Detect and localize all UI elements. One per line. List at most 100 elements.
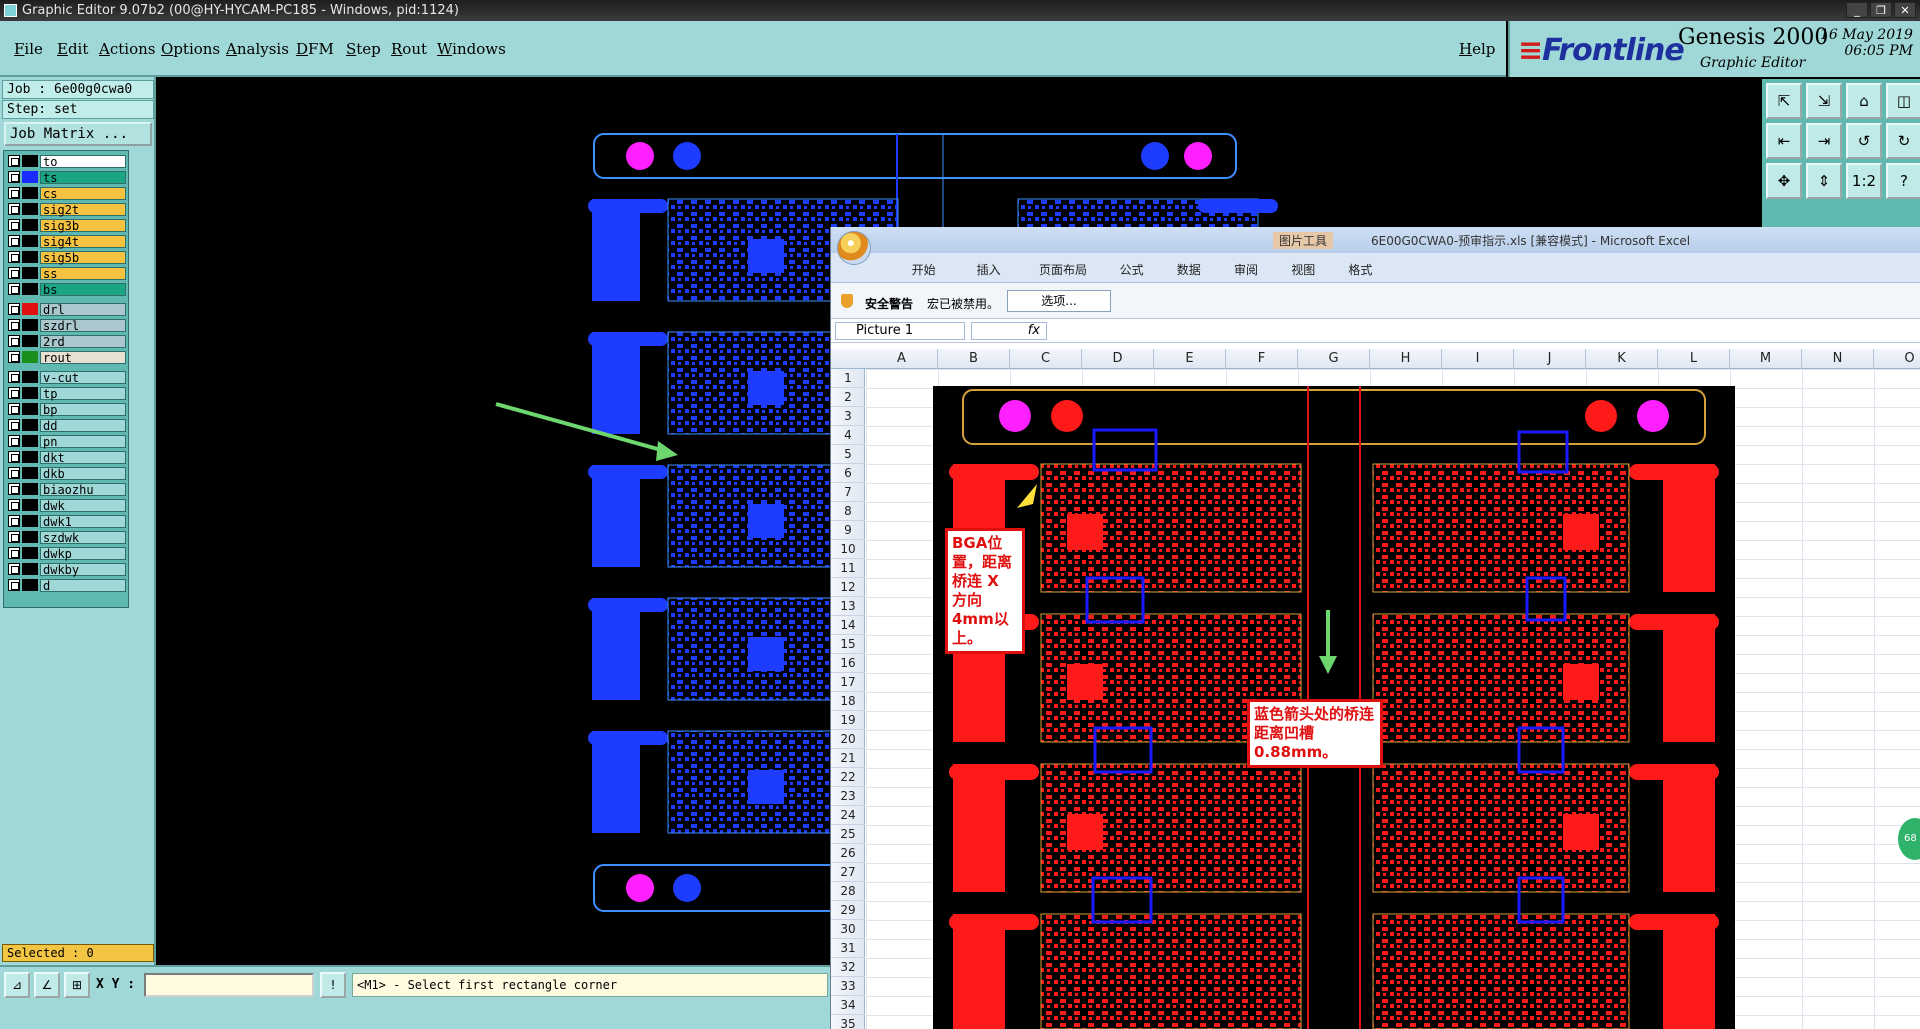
column-header[interactable]: C	[1010, 349, 1082, 369]
layer-checkbox[interactable]	[8, 403, 20, 415]
layer-checkbox[interactable]	[8, 219, 20, 231]
toolbar-button[interactable]: ⇤	[1766, 123, 1802, 159]
layer-row[interactable]: biaozhu	[8, 482, 126, 496]
layer-row[interactable]: dwk	[8, 498, 126, 512]
row-header[interactable]: 19	[831, 711, 865, 730]
layer-checkbox[interactable]	[8, 515, 20, 527]
layer-name[interactable]: dkb	[40, 466, 126, 480]
layer-color-swatch[interactable]	[22, 171, 38, 183]
column-header[interactable]: O	[1874, 349, 1920, 369]
layer-color-swatch[interactable]	[22, 267, 38, 279]
row-header[interactable]: 23	[831, 787, 865, 806]
layer-checkbox[interactable]	[8, 387, 20, 399]
layer-color-swatch[interactable]	[22, 563, 38, 575]
layer-checkbox[interactable]	[8, 303, 20, 315]
column-header[interactable]: D	[1082, 349, 1154, 369]
layer-checkbox[interactable]	[8, 547, 20, 559]
layer-checkbox[interactable]	[8, 483, 20, 495]
layer-checkbox[interactable]	[8, 267, 20, 279]
layer-checkbox[interactable]	[8, 319, 20, 331]
row-header[interactable]: 10	[831, 540, 865, 559]
layer-name[interactable]: dwkby	[40, 562, 126, 576]
layer-row[interactable]: ss	[8, 266, 126, 280]
toolbar-button[interactable]: ◫	[1886, 83, 1920, 119]
column-header[interactable]: H	[1370, 349, 1442, 369]
fx-icon[interactable]: fx	[971, 322, 1047, 340]
menu-analysis[interactable]: Analysis	[226, 40, 289, 58]
layer-name[interactable]: v-cut	[40, 370, 126, 384]
row-header[interactable]: 17	[831, 673, 865, 692]
layer-row[interactable]: cs	[8, 186, 126, 200]
layer-name[interactable]: dd	[40, 418, 126, 432]
layer-color-swatch[interactable]	[22, 335, 38, 347]
layer-color-swatch[interactable]	[22, 203, 38, 215]
office-button[interactable]	[837, 231, 871, 265]
picture-tools-tab[interactable]: 图片工具	[1273, 232, 1334, 249]
layer-row[interactable]: dwkby	[8, 562, 126, 576]
row-header[interactable]: 32	[831, 958, 865, 977]
embedded-picture[interactable]: BGA位置，距离桥连 X 方向4mm以上。 蓝色箭头处的桥连距离凹槽0.88mm…	[933, 386, 1735, 1029]
layer-checkbox[interactable]	[8, 499, 20, 511]
layer-color-swatch[interactable]	[22, 251, 38, 263]
layer-checkbox[interactable]	[8, 451, 20, 463]
layer-checkbox[interactable]	[8, 371, 20, 383]
row-header[interactable]: 33	[831, 977, 865, 996]
layer-row[interactable]: 2rd	[8, 334, 126, 348]
layer-color-swatch[interactable]	[22, 387, 38, 399]
ribbon-tab[interactable]: 公式	[1120, 261, 1144, 278]
layer-checkbox[interactable]	[8, 251, 20, 263]
layer-checkbox[interactable]	[8, 435, 20, 447]
layer-row[interactable]: bs	[8, 282, 126, 296]
layer-row[interactable]: sig2t	[8, 202, 126, 216]
column-header[interactable]: G	[1298, 349, 1370, 369]
layer-checkbox[interactable]	[8, 171, 20, 183]
layer-name[interactable]: dkt	[40, 450, 126, 464]
grid-button[interactable]: ⊞	[64, 972, 90, 998]
menu-file[interactable]: File	[14, 40, 43, 58]
toolbar-button[interactable]: ⇕	[1806, 163, 1842, 199]
layer-color-swatch[interactable]	[22, 547, 38, 559]
layer-row[interactable]: szdwk	[8, 530, 126, 544]
row-header[interactable]: 1	[831, 369, 865, 388]
toolbar-button[interactable]: ⇲	[1806, 83, 1842, 119]
layer-color-swatch[interactable]	[22, 319, 38, 331]
column-header[interactable]: I	[1442, 349, 1514, 369]
row-header[interactable]: 28	[831, 882, 865, 901]
layer-row[interactable]: sig3b	[8, 218, 126, 232]
toolbar-button[interactable]: ⌂	[1846, 83, 1882, 119]
layer-color-swatch[interactable]	[22, 351, 38, 363]
layer-color-swatch[interactable]	[22, 531, 38, 543]
layer-color-swatch[interactable]	[22, 155, 38, 167]
layer-row[interactable]: szdrl	[8, 318, 126, 332]
layer-checkbox[interactable]	[8, 283, 20, 295]
ribbon-tab[interactable]: 视图	[1291, 261, 1315, 278]
close-button[interactable]: ✕	[1894, 2, 1916, 18]
name-box[interactable]: Picture 1	[835, 322, 965, 340]
row-header[interactable]: 14	[831, 616, 865, 635]
toolbar-button[interactable]: ↻	[1886, 123, 1920, 159]
layer-name[interactable]: ss	[40, 266, 126, 280]
layer-row[interactable]: ts	[8, 170, 126, 184]
column-header[interactable]: E	[1154, 349, 1226, 369]
job-matrix-button[interactable]: Job Matrix ...	[4, 122, 152, 146]
row-header[interactable]: 15	[831, 635, 865, 654]
ribbon-tab[interactable]: 开始	[912, 261, 936, 278]
layer-name[interactable]: rout	[40, 350, 126, 364]
layer-name[interactable]: drl	[40, 302, 126, 316]
layer-row[interactable]: drl	[8, 302, 126, 316]
toolbar-button[interactable]: ⇥	[1806, 123, 1842, 159]
column-header[interactable]: F	[1226, 349, 1298, 369]
row-header[interactable]: 9	[831, 521, 865, 540]
layer-checkbox[interactable]	[8, 203, 20, 215]
row-header[interactable]: 34	[831, 996, 865, 1015]
layer-color-swatch[interactable]	[22, 483, 38, 495]
layer-checkbox[interactable]	[8, 579, 20, 591]
layer-row[interactable]: dkt	[8, 450, 126, 464]
menu-actions[interactable]: Actions	[99, 40, 155, 58]
row-header[interactable]: 24	[831, 806, 865, 825]
layer-checkbox[interactable]	[8, 335, 20, 347]
layer-row[interactable]: bp	[8, 402, 126, 416]
layer-name[interactable]: 2rd	[40, 334, 126, 348]
column-header[interactable]: M	[1730, 349, 1802, 369]
row-header[interactable]: 5	[831, 445, 865, 464]
